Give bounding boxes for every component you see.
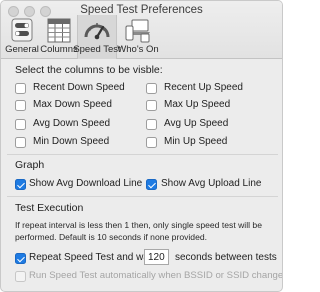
repeat-interval-note: If repeat interval is less then 1 then, … [15, 220, 262, 242]
show-avg-download-line-label: Show Avg Download Line [29, 178, 143, 189]
max-up-speed-label: Max Up Speed [164, 99, 231, 110]
max-up-speed-checkbox[interactable] [146, 100, 157, 111]
min-down-speed-label: Min Down Speed [33, 136, 110, 147]
preferences-toolbar: General Columns Speed Test Who's On [1, 15, 282, 59]
devices-icon [125, 19, 150, 43]
recent-up-speed-label: Recent Up Speed [164, 82, 243, 93]
title-bar: Speed Test Preferences General Columns S… [1, 1, 282, 59]
avg-down-speed-label: Avg Down Speed [33, 118, 111, 129]
divider [7, 154, 278, 155]
max-down-speed-label: Max Down Speed [33, 99, 112, 110]
tab-speed-test[interactable]: Speed Test [73, 15, 121, 59]
graph-heading: Graph [15, 159, 45, 171]
recent-down-speed-checkbox[interactable] [15, 83, 26, 94]
tab-whos-on[interactable]: Who's On [117, 15, 159, 59]
avg-down-speed-checkbox[interactable] [15, 119, 26, 130]
repeat-speed-test-checkbox[interactable] [15, 253, 26, 264]
columns-heading: Select the columns to be visble: [15, 64, 163, 76]
auto-run-on-network-change-label: Run Speed Test automatically when BSSID … [29, 270, 283, 281]
show-avg-upload-line-checkbox[interactable] [146, 179, 157, 190]
avg-up-speed-label: Avg Up Speed [164, 118, 229, 129]
tab-general-label: General [5, 44, 39, 55]
tab-whos-on-label: Who's On [117, 44, 159, 55]
repeat-speed-test-label: Repeat Speed Test and wait [29, 252, 154, 263]
tab-columns-label: Columns [40, 44, 78, 55]
min-up-speed-checkbox[interactable] [146, 137, 157, 148]
min-up-speed-label: Min Up Speed [164, 136, 228, 147]
tab-general[interactable]: General [3, 15, 41, 59]
min-down-speed-checkbox[interactable] [15, 137, 26, 148]
repeat-interval-input[interactable]: 120 [144, 249, 169, 265]
test-execution-heading: Test Execution [15, 202, 84, 214]
show-avg-download-line-checkbox[interactable] [15, 179, 26, 190]
divider [7, 196, 278, 197]
tab-speed-test-label: Speed Test [73, 44, 121, 55]
avg-up-speed-checkbox[interactable] [146, 119, 157, 130]
preferences-window: Speed Test Preferences General Columns S… [0, 0, 283, 292]
grid-icon [47, 18, 71, 43]
gear-switch-icon [11, 18, 33, 42]
seconds-between-tests-label: seconds between tests [175, 252, 277, 263]
speedometer-icon [84, 23, 110, 40]
recent-down-speed-label: Recent Down Speed [33, 82, 125, 93]
tab-columns[interactable]: Columns [40, 15, 78, 59]
auto-run-on-network-change-checkbox[interactable] [15, 271, 26, 282]
show-avg-upload-line-label: Show Avg Upload Line [161, 178, 262, 189]
recent-up-speed-checkbox[interactable] [146, 83, 157, 94]
max-down-speed-checkbox[interactable] [15, 100, 26, 111]
